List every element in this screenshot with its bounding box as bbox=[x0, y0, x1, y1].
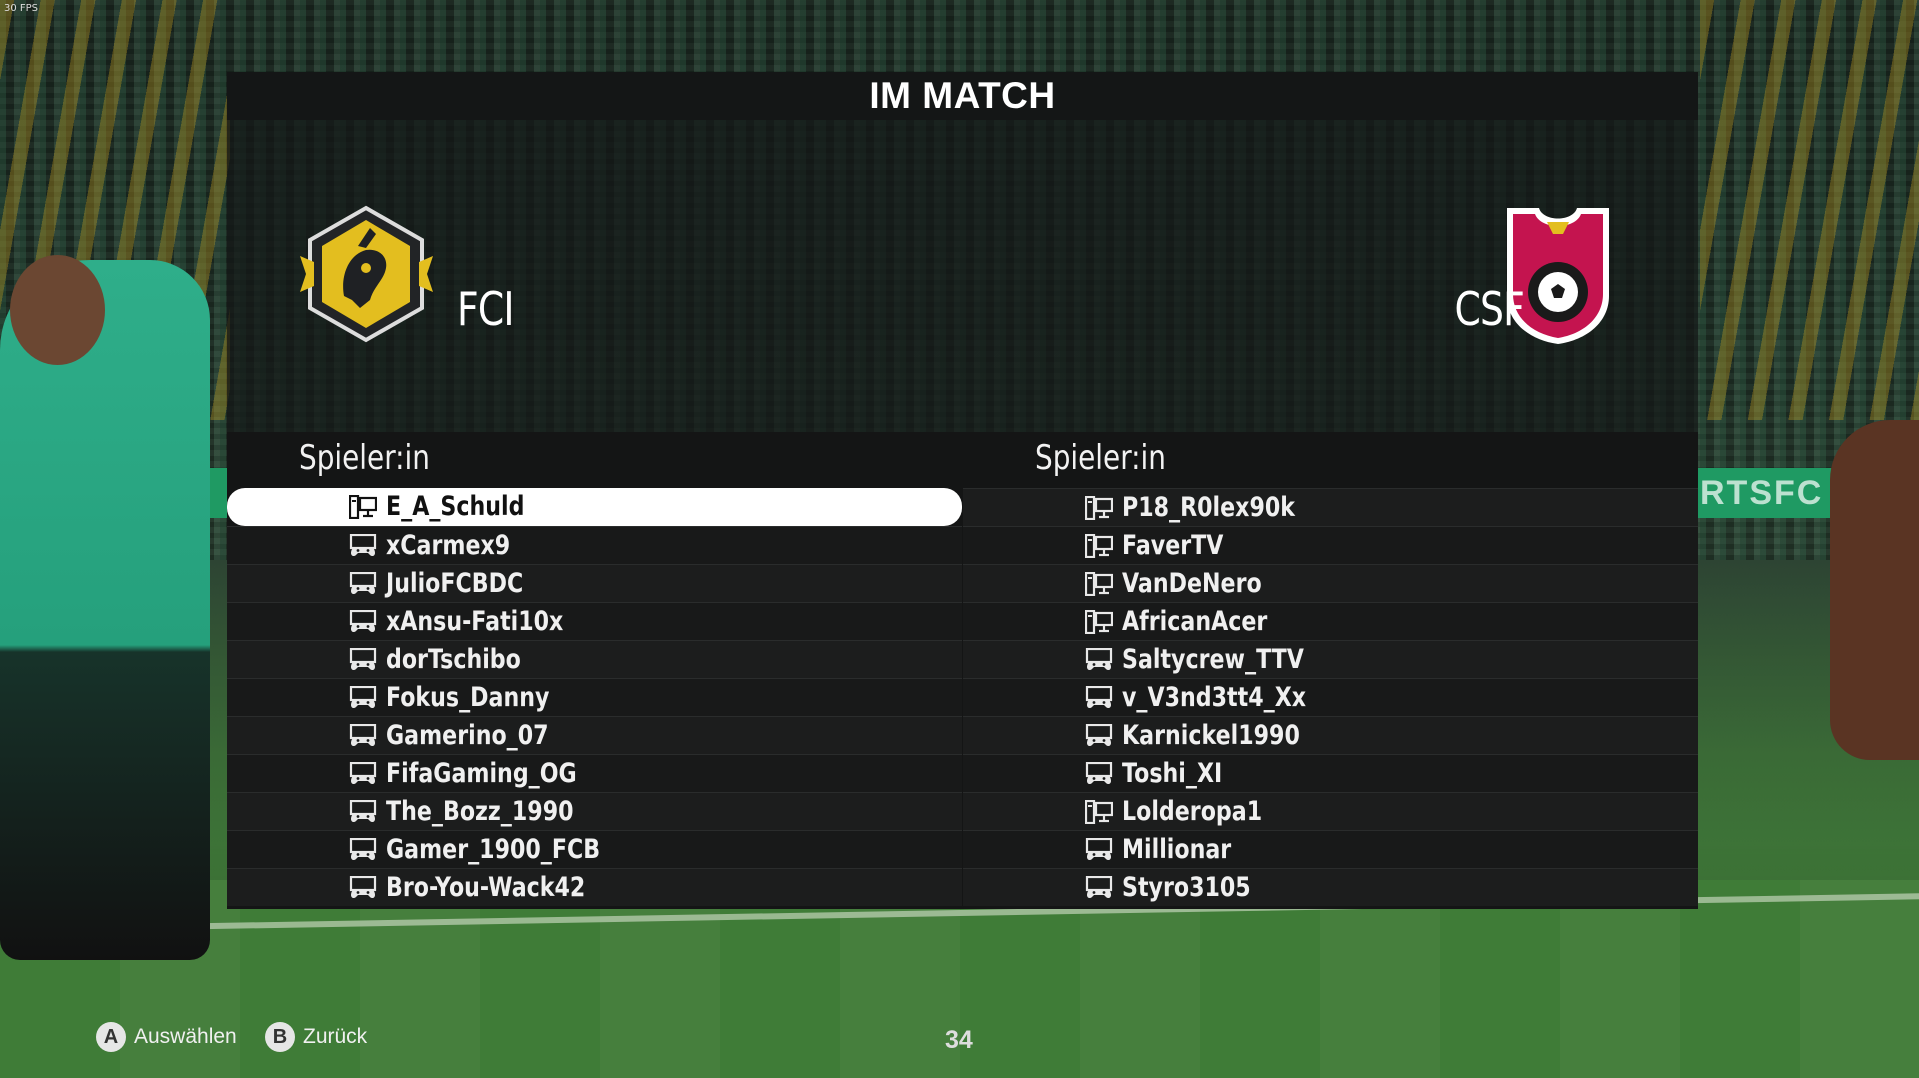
a-button-icon: A bbox=[96, 1022, 126, 1052]
console-icon bbox=[349, 571, 377, 596]
player-name: Millionar bbox=[1122, 834, 1232, 865]
console-icon bbox=[1085, 761, 1113, 786]
player-name: Bro-You-Wack42 bbox=[386, 872, 586, 903]
console-icon bbox=[1085, 837, 1113, 862]
console-icon bbox=[349, 761, 377, 786]
console-icon bbox=[349, 837, 377, 862]
player-name: xCarmex9 bbox=[386, 530, 511, 561]
player-name: Fokus_Danny bbox=[386, 682, 550, 713]
player-row[interactable]: xCarmex9 bbox=[227, 526, 962, 564]
back-button[interactable]: B Zurück bbox=[265, 1022, 367, 1052]
select-button-label: Auswählen bbox=[134, 1025, 237, 1048]
console-icon bbox=[1085, 685, 1113, 710]
player-row[interactable]: Gamerino_07 bbox=[227, 716, 962, 754]
away-player-list: P18_R0lex90k FaverTV VanDeNero AfricanAcer S… bbox=[963, 488, 1698, 906]
console-icon bbox=[349, 609, 377, 634]
player-row[interactable]: Styro3105 bbox=[963, 868, 1698, 906]
player-row[interactable]: Gamer_1900_FCB bbox=[227, 830, 962, 868]
player-name: Saltycrew_TTV bbox=[1122, 644, 1304, 675]
player-name: The_Bozz_1990 bbox=[386, 796, 574, 827]
counter-value: 34 bbox=[945, 1026, 973, 1054]
home-roster: Spieler:in E_A_Schuld xCarmex9 JulioFCBDC x… bbox=[227, 432, 962, 909]
player-row[interactable]: E_A_Schuld bbox=[227, 488, 962, 526]
player-figure-left bbox=[0, 260, 210, 960]
away-roster-header: Spieler:in bbox=[1035, 438, 1166, 478]
pc-icon bbox=[1084, 799, 1114, 825]
player-name: VanDeNero bbox=[1122, 568, 1262, 599]
console-icon bbox=[349, 875, 377, 900]
select-button[interactable]: A Auswählen bbox=[96, 1022, 237, 1052]
player-row[interactable]: Toshi_XI bbox=[963, 754, 1698, 792]
b-button-icon: B bbox=[265, 1022, 295, 1052]
player-row[interactable]: xAnsu-Fati10x bbox=[227, 602, 962, 640]
player-name: E_A_Schuld bbox=[386, 491, 525, 522]
player-name: Karnickel1990 bbox=[1122, 720, 1300, 751]
player-name: FaverTV bbox=[1122, 530, 1224, 561]
page-title: IM MATCH bbox=[227, 72, 1698, 120]
player-row[interactable]: FaverTV bbox=[963, 526, 1698, 564]
player-row[interactable]: Millionar bbox=[963, 830, 1698, 868]
home-team-name: FCI bbox=[457, 282, 515, 336]
player-name: xAnsu-Fati10x bbox=[386, 606, 564, 637]
player-row[interactable]: Lolderopa1 bbox=[963, 792, 1698, 830]
player-row[interactable]: Saltycrew_TTV bbox=[963, 640, 1698, 678]
player-row[interactable]: AfricanAcer bbox=[963, 602, 1698, 640]
home-team-crest bbox=[300, 205, 433, 343]
player-row[interactable]: dorTschibo bbox=[227, 640, 962, 678]
player-figure-right bbox=[1830, 420, 1919, 760]
stadium-banner-stripes bbox=[1700, 0, 1919, 420]
console-icon bbox=[1085, 875, 1113, 900]
player-row[interactable]: Karnickel1990 bbox=[963, 716, 1698, 754]
player-name: FifaGaming_OG bbox=[386, 758, 577, 789]
away-team-name: CSF bbox=[1454, 282, 1524, 336]
home-roster-header: Spieler:in bbox=[299, 438, 430, 478]
match-lobby-panel: IM MATCH FCI CSF Spieler:in E_A_Schuld xC… bbox=[227, 72, 1698, 909]
player-row[interactable]: v_V3nd3tt4_Xx bbox=[963, 678, 1698, 716]
player-name: dorTschibo bbox=[386, 644, 521, 675]
player-row[interactable]: VanDeNero bbox=[963, 564, 1698, 602]
player-name: Styro3105 bbox=[1122, 872, 1251, 903]
console-icon bbox=[349, 647, 377, 672]
console-icon bbox=[349, 685, 377, 710]
home-player-list: E_A_Schuld xCarmex9 JulioFCBDC xAnsu-Fati10… bbox=[227, 488, 962, 906]
pc-icon bbox=[348, 494, 378, 520]
player-row[interactable]: The_Bozz_1990 bbox=[227, 792, 962, 830]
player-row[interactable]: FifaGaming_OG bbox=[227, 754, 962, 792]
player-figure-head bbox=[10, 255, 105, 365]
pc-icon bbox=[1084, 495, 1114, 521]
console-icon bbox=[349, 533, 377, 558]
player-name: Gamer_1900_FCB bbox=[386, 834, 601, 865]
pc-icon bbox=[1084, 609, 1114, 635]
player-name: JulioFCBDC bbox=[386, 568, 524, 599]
player-name: Toshi_XI bbox=[1122, 758, 1223, 789]
panel-header-area bbox=[227, 72, 1698, 432]
player-name: v_V3nd3tt4_Xx bbox=[1122, 682, 1307, 713]
console-icon bbox=[1085, 723, 1113, 748]
player-name: Lolderopa1 bbox=[1122, 796, 1263, 827]
button-prompts: A Auswählen B Zurück 34 bbox=[0, 1022, 1919, 1062]
back-button-label: Zurück bbox=[303, 1025, 368, 1048]
player-row[interactable]: JulioFCBDC bbox=[227, 564, 962, 602]
pc-icon bbox=[1084, 571, 1114, 597]
pc-icon bbox=[1084, 533, 1114, 559]
roster-lists: Spieler:in E_A_Schuld xCarmex9 JulioFCBDC x… bbox=[227, 432, 1698, 909]
away-roster: Spieler:in P18_R0lex90k FaverTV VanDeNero A… bbox=[963, 432, 1698, 909]
player-row[interactable]: Bro-You-Wack42 bbox=[227, 868, 962, 906]
console-icon bbox=[349, 723, 377, 748]
player-name: P18_R0lex90k bbox=[1122, 492, 1295, 523]
player-name: Gamerino_07 bbox=[386, 720, 549, 751]
player-row[interactable]: P18_R0lex90k bbox=[963, 488, 1698, 526]
fps-counter: 30 FPS bbox=[4, 3, 39, 14]
console-icon bbox=[1085, 647, 1113, 672]
player-row[interactable]: Fokus_Danny bbox=[227, 678, 962, 716]
player-name: AfricanAcer bbox=[1122, 606, 1268, 637]
console-icon bbox=[349, 799, 377, 824]
adboard-text: RTSFC bbox=[1700, 474, 1824, 512]
